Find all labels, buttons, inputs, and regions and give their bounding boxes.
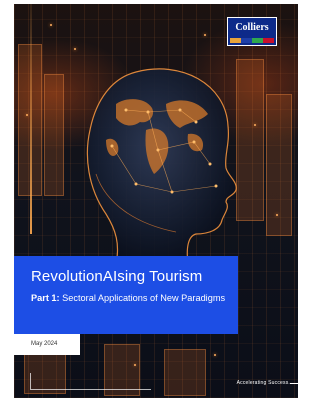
part-title: Sectoral Applications of New Paradigms	[62, 293, 226, 303]
light-dot	[254, 124, 256, 126]
logo-text: Colliers	[235, 22, 269, 33]
logo-stripe	[252, 38, 263, 43]
logo-stripe	[230, 38, 241, 43]
digital-head-illustration	[86, 68, 237, 265]
light-dot	[276, 214, 278, 216]
part-label: Part 1:	[31, 293, 60, 303]
light-dot	[214, 354, 216, 356]
decorative-frame	[30, 373, 151, 390]
light-dot	[74, 48, 76, 50]
light-dot	[204, 34, 206, 36]
light-dot	[50, 24, 52, 26]
city-tower	[266, 94, 292, 236]
city-tower	[44, 74, 64, 196]
date-panel: May 2024	[14, 334, 80, 355]
publication-date: May 2024	[31, 341, 58, 347]
title-panel: RevolutionAIsing Tourism Part 1: Sectora…	[14, 256, 238, 334]
light-dot	[134, 364, 136, 366]
logo-stripe	[263, 38, 274, 43]
logo-stripes	[230, 38, 274, 43]
logo-stripe	[241, 38, 252, 43]
tagline: Accelerating Success.	[236, 380, 290, 386]
city-tower	[164, 349, 206, 396]
cover-image: Colliers RevolutionAIsing Tourism Part 1…	[14, 4, 298, 398]
colliers-logo: Colliers	[227, 17, 277, 46]
tagline-rule	[290, 383, 298, 384]
cover-subtitle: Part 1: Sectoral Applications of New Par…	[31, 293, 231, 304]
cover-title: RevolutionAIsing Tourism	[31, 268, 203, 285]
light-dot	[26, 114, 28, 116]
accent-line	[30, 4, 32, 234]
